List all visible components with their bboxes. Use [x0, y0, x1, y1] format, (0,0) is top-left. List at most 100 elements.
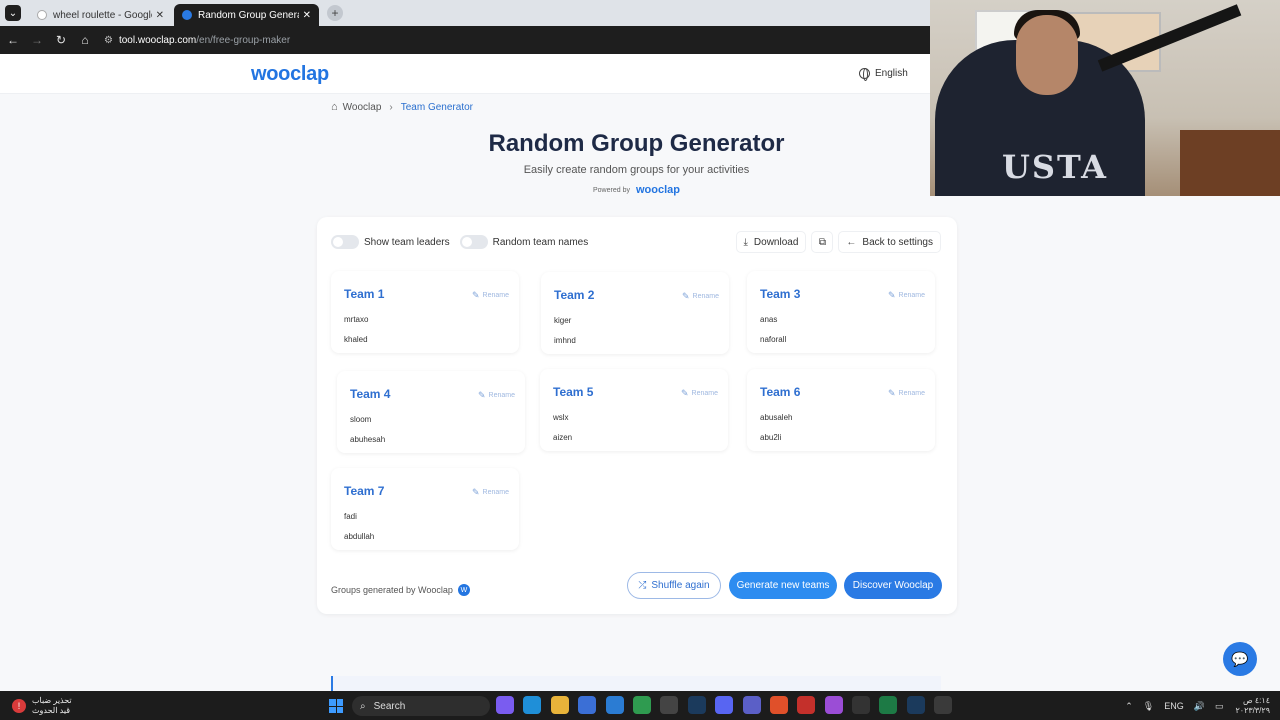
chat-bubble-icon: 💬 — [1231, 650, 1249, 667]
back-to-settings-label: Back to settings — [862, 236, 933, 248]
podcast-icon[interactable] — [824, 696, 843, 714]
rename-button[interactable]: ✎ Rename — [681, 388, 718, 399]
wooclap-favicon-icon — [182, 10, 192, 20]
windows-start-icon[interactable] — [329, 699, 343, 713]
team-card: Team 5 ✎ Rename wslx aizen — [540, 369, 728, 451]
search-icon: ⌕ — [360, 700, 366, 712]
tab-random-group-generator[interactable]: Random Group Generator – Fre ✕ — [174, 4, 319, 26]
pencil-icon: ✎ — [887, 290, 896, 300]
chrome-icon[interactable] — [632, 696, 651, 714]
discord-icon[interactable] — [715, 696, 734, 714]
steam2-icon[interactable] — [906, 696, 925, 714]
obs-icon[interactable] — [660, 696, 679, 714]
clock-time: ٤:١٤ ص — [1242, 696, 1270, 705]
team-name: Team 3 — [760, 287, 801, 301]
wooclap-mini-logo[interactable]: wooclap — [636, 184, 680, 196]
pencil-icon: ✎ — [471, 487, 480, 497]
weather-line-2: قيد الحدوث — [32, 706, 71, 715]
game-icon[interactable] — [934, 696, 953, 714]
taskbar-search[interactable]: ⌕ Search — [352, 696, 490, 716]
download-label: Download — [753, 236, 799, 248]
tab-search-menu-button[interactable]: ⌄ — [5, 5, 21, 21]
chat-support-button[interactable]: 💬 — [1223, 642, 1257, 676]
close-tab-icon[interactable]: ✕ — [156, 10, 164, 21]
volume-icon[interactable]: 🔊 — [1194, 701, 1205, 712]
powered-by-label: Powered by — [593, 186, 630, 194]
new-tab-button[interactable]: + — [327, 5, 343, 21]
bottom-section-edge — [331, 676, 941, 691]
mail-icon[interactable] — [605, 696, 624, 714]
team-member: khaled — [344, 335, 368, 344]
team-member: kiger — [554, 316, 572, 325]
teams-icon[interactable] — [742, 696, 761, 714]
weather-line-1: تحذير ضباب — [32, 696, 72, 705]
rename-button[interactable]: ✎ Rename — [888, 290, 925, 301]
pencil-icon: ✎ — [471, 290, 480, 300]
pencil-icon: ✎ — [680, 388, 689, 398]
chevron-up-icon[interactable]: ⌃ — [1125, 701, 1133, 712]
clock-date: ٢٠٢٣/٣/٢٩ — [1235, 706, 1270, 715]
tab-label: wheel roulette - Google Search — [53, 9, 152, 21]
download-button[interactable]: ⤓ Download — [735, 231, 807, 253]
show-team-leaders-toggle[interactable] — [331, 235, 359, 249]
language-label: English — [875, 68, 908, 79]
team-name: Team 6 — [760, 385, 801, 399]
site-info-icon[interactable]: ⚙ — [104, 35, 113, 46]
rename-button[interactable]: ✎ Rename — [472, 290, 509, 301]
taskbar-apps — [496, 696, 962, 714]
team-member: naforall — [760, 335, 787, 344]
language-selector[interactable]: English — [859, 68, 908, 81]
steam-icon[interactable] — [687, 696, 706, 714]
microphone-icon[interactable]: 🎙 — [1143, 701, 1154, 712]
team-card: Team 7 ✎ Rename fadi abdullah — [331, 468, 519, 550]
random-team-names-toggle[interactable] — [459, 235, 488, 249]
battery-icon[interactable]: ▭ — [1215, 701, 1224, 712]
tab-google-search[interactable]: wheel roulette - Google Search ✕ — [29, 4, 172, 26]
copilot-icon[interactable] — [496, 696, 514, 714]
excel-icon[interactable] — [879, 696, 898, 714]
folder-icon[interactable] — [550, 696, 569, 714]
rename-button[interactable]: ✎ Rename — [472, 487, 509, 498]
team-card: Team 1 ✎ Rename mrtaxo khaled — [331, 271, 519, 353]
close-tab-icon[interactable]: ✕ — [303, 10, 311, 21]
brave-icon[interactable] — [769, 696, 788, 714]
reload-icon[interactable]: ↻ — [50, 33, 72, 47]
edge-icon[interactable] — [523, 696, 542, 714]
wooclap-logo[interactable]: wooclap — [251, 63, 329, 86]
globe-icon — [859, 68, 870, 81]
copy-button[interactable]: ⧉ — [811, 231, 834, 253]
language-indicator[interactable]: ENG — [1164, 701, 1184, 711]
next-icon[interactable] — [852, 696, 871, 714]
url-path: /en/free-group-maker — [196, 34, 291, 46]
home-icon[interactable]: ⌂ — [74, 33, 96, 47]
back-to-settings-button[interactable]: ← Back to settings — [838, 231, 941, 253]
discover-wooclap-button[interactable]: Discover Wooclap — [844, 572, 942, 599]
rename-button[interactable]: ✎ Rename — [682, 291, 719, 302]
generate-new-teams-button[interactable]: Generate new teams — [729, 572, 837, 599]
team-name: Team 5 — [553, 385, 594, 399]
rename-button[interactable]: ✎ Rename — [888, 388, 925, 399]
team-card: Team 2 ✎ Rename kiger imhnd — [541, 272, 729, 354]
google-favicon-icon — [37, 10, 47, 20]
rename-button[interactable]: ✎ Rename — [478, 390, 515, 401]
clock[interactable]: ٤:١٤ ص ٢٠٢٣/٣/٢٩ — [1235, 696, 1270, 716]
team-member: abusaleh — [760, 413, 793, 422]
pencil-icon: ✎ — [681, 291, 690, 301]
team-name: Team 7 — [344, 484, 385, 498]
weather-widget[interactable]: ! تحذير ضباب قيد الحدوث — [12, 696, 72, 716]
acrobat-icon[interactable] — [797, 696, 816, 714]
breadcrumb-current: Team Generator — [400, 101, 473, 113]
team-card: Team 3 ✎ Rename anas naforall — [747, 271, 935, 353]
shuffle-again-button[interactable]: ⤮ Shuffle again — [627, 572, 721, 599]
shelf — [1180, 130, 1280, 196]
back-arrow-icon[interactable]: ← — [2, 33, 24, 47]
url-field[interactable]: ⚙ tool.wooclap.com /en/free-group-maker — [104, 35, 290, 46]
team-member: wslx — [553, 413, 569, 422]
forward-arrow-icon[interactable]: → — [26, 33, 48, 47]
team-member: mrtaxo — [344, 315, 369, 324]
options-toggles: Show team leaders Random team names — [331, 235, 598, 249]
weather-alert-icon: ! — [12, 699, 26, 713]
breadcrumb-home-link[interactable]: Wooclap — [343, 102, 382, 113]
team-name: Team 2 — [554, 288, 595, 302]
store-icon[interactable] — [578, 696, 597, 714]
